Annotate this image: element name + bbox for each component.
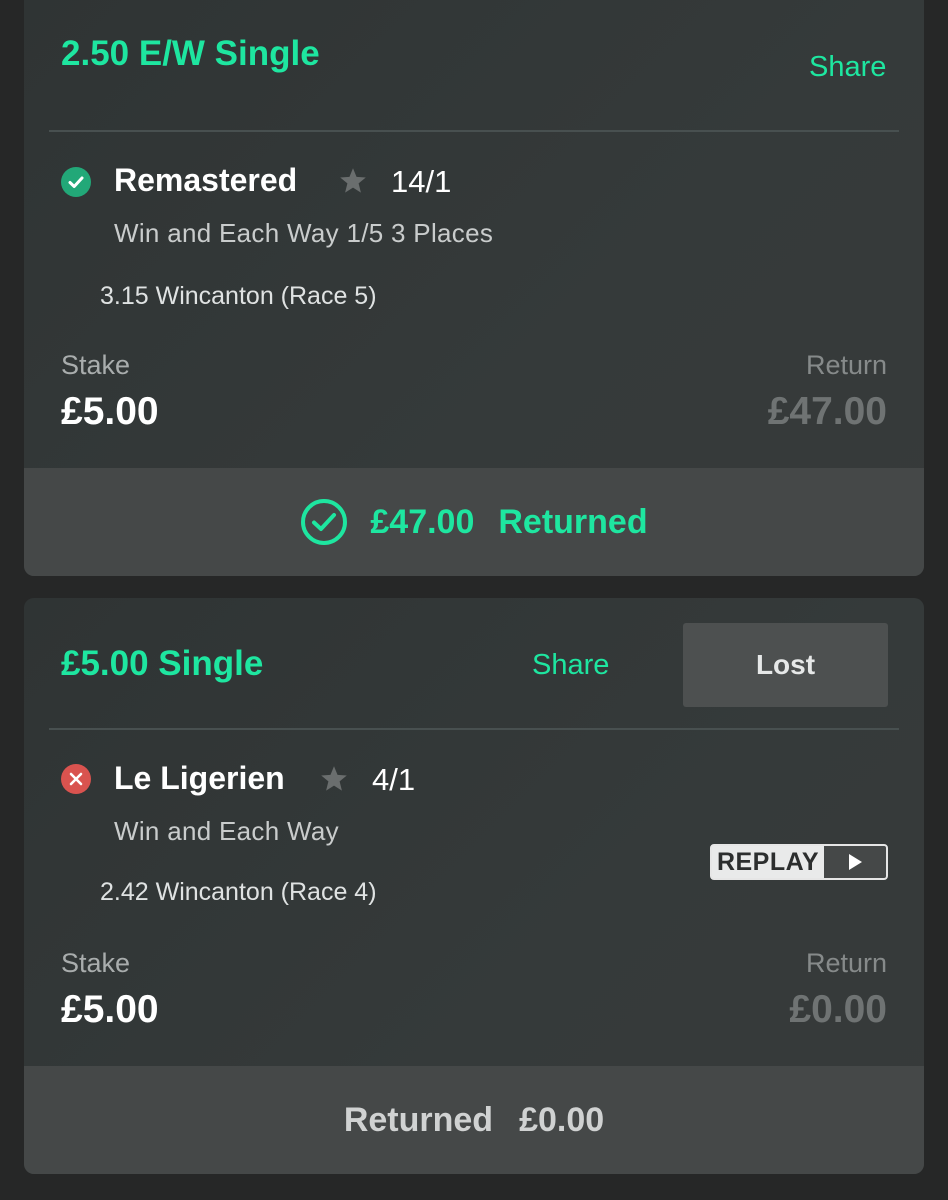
odds: 4/1 (372, 762, 416, 797)
bet-card-2: £5.00 Single Share Lost Le Ligerien 4/1 … (24, 598, 924, 1174)
returned-footer: Returned £0.00 (24, 1066, 924, 1174)
bet-card-1: 2.50 E/W Single Share Remastered 14/1 Wi… (24, 0, 924, 576)
runner-name: Le Ligerien (114, 760, 285, 796)
divider (49, 130, 899, 132)
return-amount: £0.00 (789, 988, 887, 1031)
share-button[interactable]: Share (532, 649, 609, 682)
return-amount: £47.00 (767, 390, 887, 433)
event-text: 2.42 Wincanton (Race 4) (100, 878, 377, 906)
replay-button[interactable]: REPLAY (710, 844, 888, 880)
stake-label: Stake (61, 948, 131, 978)
odds: 14/1 (391, 164, 452, 199)
return-label: Return (805, 350, 887, 380)
event-text: 3.15 Wincanton (Race 5) (100, 282, 377, 310)
return-label: Return (805, 948, 887, 978)
star-icon[interactable] (319, 765, 349, 798)
bet-title: 2.50 E/W Single (61, 34, 320, 73)
market-text: Win and Each Way 1/5 3 Places (114, 218, 494, 248)
runner-name: Remastered (114, 162, 298, 198)
market-text: Win and Each Way (114, 816, 339, 846)
check-circle-icon (61, 167, 91, 197)
star-icon[interactable] (338, 167, 368, 200)
returned-footer: £47.00 Returned (24, 468, 924, 576)
replay-label: REPLAY (716, 847, 820, 876)
returned-label: Returned (498, 502, 648, 541)
returned-amount: £47.00 (370, 502, 475, 541)
stake-amount: £5.00 (61, 988, 159, 1031)
returned-amount: £0.00 (519, 1100, 605, 1139)
divider (49, 728, 899, 730)
cross-circle-icon (61, 764, 91, 794)
play-icon (824, 846, 886, 878)
share-button[interactable]: Share (809, 51, 886, 84)
stake-amount: £5.00 (61, 390, 159, 433)
stake-label: Stake (61, 350, 131, 380)
check-circle-outline-icon (300, 498, 348, 546)
lost-badge: Lost (683, 623, 888, 707)
bet-title: £5.00 Single (61, 644, 264, 683)
returned-label: Returned (343, 1100, 494, 1139)
